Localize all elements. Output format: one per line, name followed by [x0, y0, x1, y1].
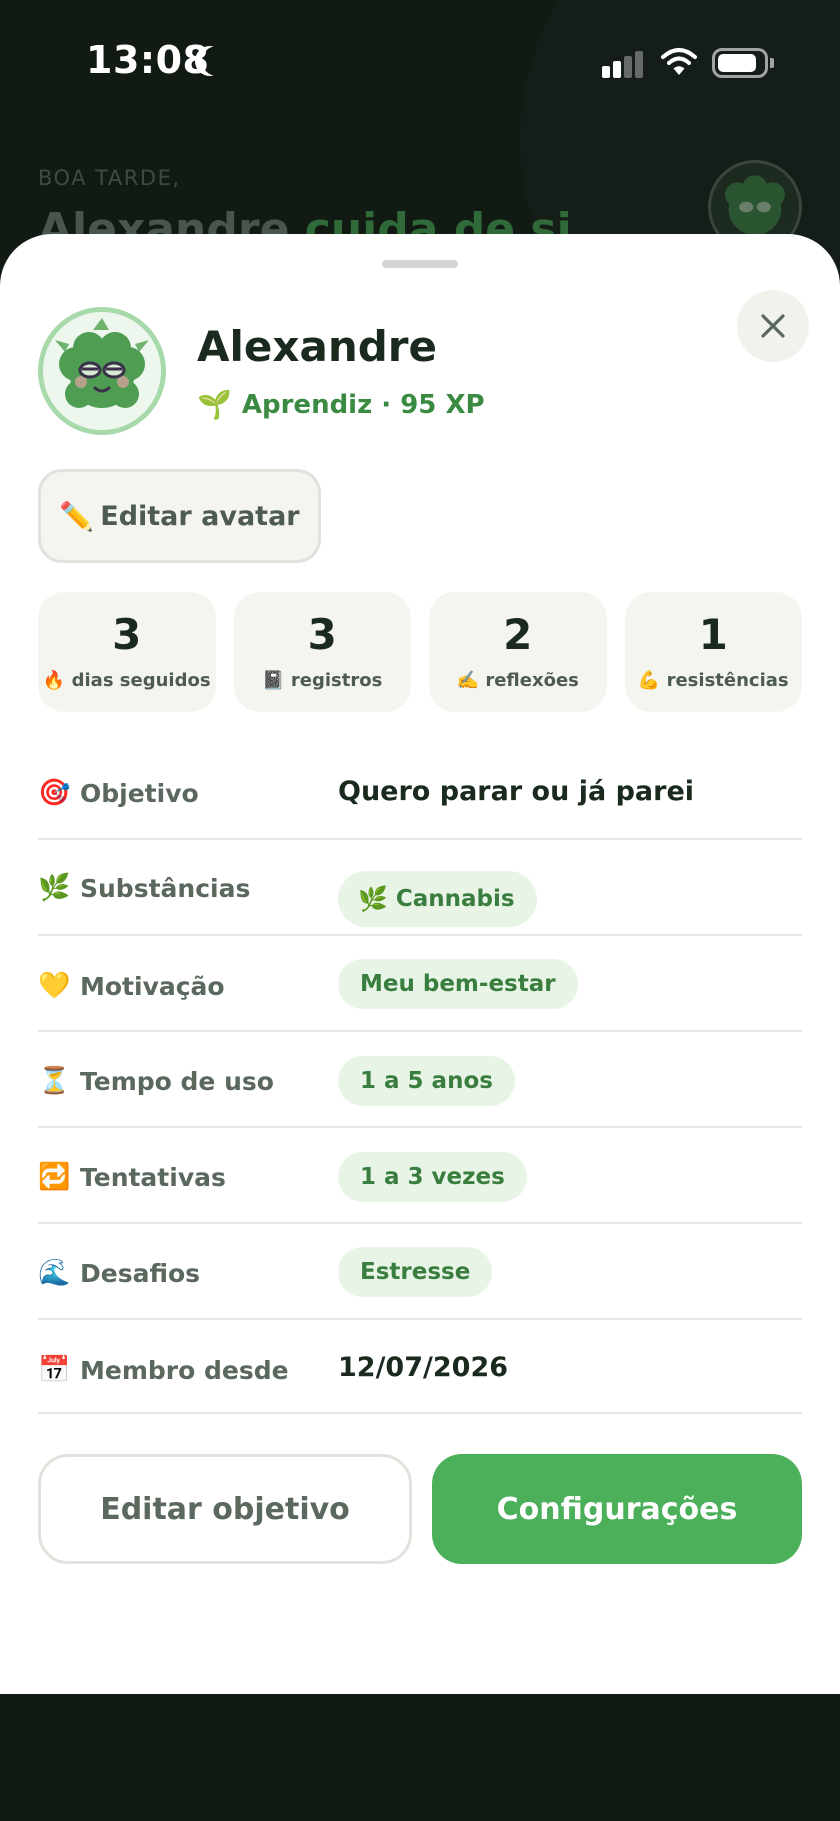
usage-time-chip: 1 a 5 anos: [338, 1056, 515, 1106]
target-icon: 🎯: [38, 778, 71, 808]
detail-row-objetivo: 🎯 Objetivo Quero parar ou já parei: [38, 744, 802, 840]
detail-label: Objetivo: [80, 778, 199, 808]
detail-value: Quero parar ou já parei: [338, 776, 695, 807]
bottom-dark-area: [0, 1694, 840, 1821]
battery-icon: [712, 48, 774, 78]
detail-row-substancias: 🌿 Substâncias 🌿 Cannabis: [38, 840, 802, 936]
detail-row-desafios: 🌊 Desafios Estresse: [38, 1224, 802, 1320]
attempts-chip: 1 a 3 vezes: [338, 1152, 527, 1202]
stat-label: resistências: [666, 669, 789, 691]
level-text: Aprendiz · 95 XP: [241, 389, 485, 420]
moon-icon: [202, 46, 232, 76]
mascot-icon: [43, 312, 161, 430]
detail-row-motivacao: 💛 Motivação Meu bem-estar: [38, 936, 802, 1032]
detail-label: Tentativas: [80, 1162, 226, 1192]
writing-hand-icon: ✍️: [456, 669, 480, 691]
challenges-chip: Estresse: [338, 1247, 493, 1297]
sheet-drag-handle[interactable]: [382, 260, 458, 268]
stat-resistances: 1 💪 resistências: [624, 592, 802, 712]
substance-chip: 🌿 Cannabis: [338, 871, 537, 927]
calendar-icon: 📅: [38, 1355, 71, 1385]
edit-goal-button[interactable]: Editar objetivo: [38, 1454, 412, 1564]
wave-icon: 🌊: [38, 1258, 71, 1288]
signal-icon: [602, 50, 644, 78]
motivation-chip: Meu bem-estar: [338, 959, 578, 1009]
repeat-icon: 🔁: [38, 1162, 71, 1192]
wifi-icon: [661, 48, 697, 75]
status-bar: 13:08: [0, 0, 840, 120]
stat-label: reflexões: [485, 669, 579, 691]
detail-value: 12/07/2026: [338, 1352, 509, 1383]
detail-label: Motivação: [80, 971, 225, 1001]
avatar[interactable]: [38, 307, 166, 435]
greeting: BOA TARDE,: [38, 166, 181, 190]
hourglass-icon: ⏳: [38, 1066, 71, 1096]
profile-sheet: Alexandre 🌱 Aprendiz · 95 XP ✏️ Editar a…: [0, 234, 840, 1694]
status-time: 13:08: [86, 38, 210, 82]
detail-label: Substâncias: [80, 873, 251, 903]
edit-avatar-button[interactable]: ✏️ Editar avatar: [38, 469, 321, 563]
detail-row-tempo: ⏳ Tempo de uso 1 a 5 anos: [38, 1032, 802, 1128]
stat-records: 3 📓 registros: [233, 592, 411, 712]
detail-label: Membro desde: [80, 1355, 289, 1385]
stats-row: 3 🔥 dias seguidos 3 📓 registros 2 ✍️ ref…: [38, 592, 802, 712]
stat-value: 3: [112, 609, 142, 659]
settings-button[interactable]: Configurações: [432, 1454, 802, 1564]
yellow-heart-icon: 💛: [38, 971, 71, 1001]
profile-details: 🎯 Objetivo Quero parar ou já parei 🌿 Sub…: [38, 744, 802, 1414]
detail-label: Tempo de uso: [80, 1066, 274, 1096]
close-button[interactable]: [737, 290, 809, 362]
detail-row-tentativas: 🔁 Tentativas 1 a 3 vezes: [38, 1128, 802, 1224]
herb-icon: 🌿: [358, 885, 388, 913]
fire-icon: 🔥: [42, 669, 66, 691]
detail-row-membro: 📅 Membro desde 12/07/2026: [38, 1320, 802, 1414]
stat-reflections: 2 ✍️ reflexões: [429, 592, 607, 712]
stat-label: dias seguidos: [71, 669, 211, 691]
stat-label: registros: [290, 669, 383, 691]
pencil-icon: ✏️: [59, 499, 95, 533]
sprout-icon: 🌱: [197, 388, 232, 421]
muscle-icon: 💪: [637, 669, 661, 691]
stat-value: 3: [307, 609, 337, 659]
action-buttons: Editar objetivo Configurações: [38, 1454, 802, 1564]
herb-icon: 🌿: [38, 873, 71, 903]
level-badge: 🌱 Aprendiz · 95 XP: [197, 388, 485, 421]
close-icon: [761, 314, 785, 338]
detail-label: Desafios: [80, 1258, 201, 1288]
edit-avatar-label: Editar avatar: [100, 500, 300, 532]
stat-value: 2: [503, 609, 533, 659]
notebook-icon: 📓: [262, 669, 285, 691]
profile-name: Alexandre: [197, 322, 437, 371]
stat-value: 1: [698, 609, 728, 659]
stat-streak: 3 🔥 dias seguidos: [38, 592, 216, 712]
